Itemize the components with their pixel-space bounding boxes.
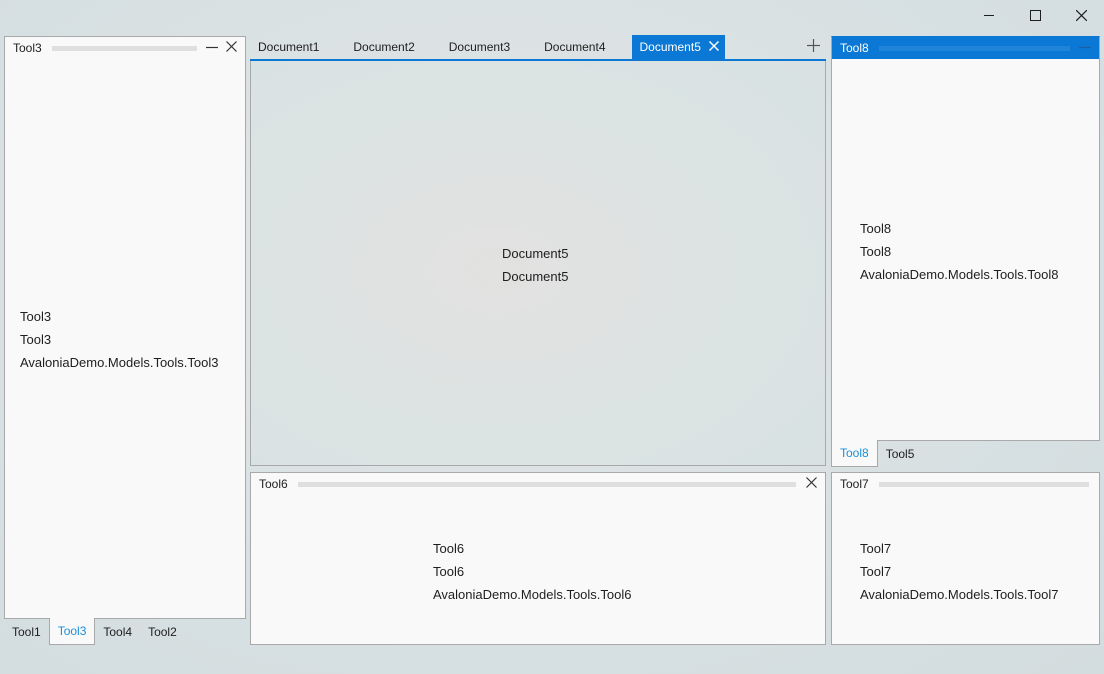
drag-grip[interactable]	[878, 481, 1089, 487]
tab-tool1[interactable]: Tool1	[4, 619, 49, 645]
close-icon	[225, 41, 237, 55]
bottom-tool-title: Tool6	[259, 477, 288, 491]
left-tool-title: Tool3	[13, 41, 42, 55]
content-line: AvaloniaDemo.Models.Tools.Tool6	[433, 587, 632, 602]
right-tool-tabstrip: Tool8 Tool5	[831, 440, 923, 467]
plus-icon	[806, 39, 820, 55]
content-line: AvaloniaDemo.Models.Tools.Tool3	[20, 355, 219, 370]
maximize-button[interactable]	[1012, 0, 1058, 30]
content-line: Document5	[502, 269, 569, 284]
minimize-icon	[984, 10, 994, 20]
content-line: Tool3	[20, 309, 52, 324]
left-tool-tabstrip: Tool1 Tool3 Tool4 Tool2	[4, 618, 185, 645]
tab-tool4[interactable]: Tool4	[95, 619, 140, 645]
bottom-tool-panel: Tool6 Tool6 Tool6 AvaloniaDemo.Models.To…	[250, 472, 826, 645]
minimize-icon	[1079, 41, 1091, 56]
left-tool-panel: Tool3 Tool3 Tool3 AvaloniaDemo.Models.To…	[4, 36, 246, 619]
content-line: Tool8	[860, 244, 892, 259]
tab-tool8[interactable]: Tool8	[831, 440, 878, 467]
maximize-icon	[1029, 9, 1041, 21]
content-line: Tool7	[860, 541, 892, 556]
bottom-tool-close-button[interactable]	[803, 476, 819, 492]
left-tool-content: Tool3 Tool3 AvaloniaDemo.Models.Tools.To…	[20, 305, 218, 374]
tab-document5[interactable]: Document5	[631, 35, 725, 59]
document-content: Document5 Document5	[250, 61, 826, 466]
content-line: AvaloniaDemo.Models.Tools.Tool7	[860, 587, 1059, 602]
bottom-tool-content: Tool6 Tool6 AvaloniaDemo.Models.Tools.To…	[433, 537, 631, 606]
right-tool-header[interactable]: Tool8	[832, 37, 1099, 59]
tab-document4[interactable]: Document4	[536, 35, 613, 59]
close-icon	[708, 40, 719, 54]
minimize-icon	[206, 41, 218, 56]
content-line: Tool7	[860, 564, 892, 579]
content-line: Tool8	[860, 221, 892, 236]
tab-label: Document5	[639, 40, 701, 54]
document-tabstrip: Document1 Document2 Document3 Document4 …	[250, 35, 826, 61]
close-icon	[1075, 9, 1087, 21]
right-bottom-tool-header[interactable]: Tool7	[832, 473, 1099, 495]
drag-grip[interactable]	[51, 45, 197, 51]
right-tool-panel: Tool8 Tool8 Tool8 AvaloniaDemo.Models.To…	[831, 36, 1100, 441]
content-line: AvaloniaDemo.Models.Tools.Tool8	[860, 267, 1059, 282]
close-tab-button[interactable]	[708, 40, 719, 54]
drag-grip[interactable]	[297, 481, 796, 487]
right-tool-minimize-button[interactable]	[1077, 40, 1093, 56]
close-icon	[805, 477, 817, 491]
content-line: Tool3	[20, 332, 52, 347]
tab-document2[interactable]: Document2	[345, 35, 422, 59]
tab-document1[interactable]: Document1	[250, 35, 327, 59]
content-line: Tool6	[433, 564, 465, 579]
close-window-button[interactable]	[1058, 0, 1104, 30]
left-tool-close-button[interactable]	[223, 40, 239, 56]
minimize-button[interactable]	[966, 0, 1012, 30]
drag-grip[interactable]	[878, 45, 1070, 51]
right-bottom-tool-panel: Tool7 Tool7 Tool7 AvaloniaDemo.Models.To…	[831, 472, 1100, 645]
right-bottom-tool-title: Tool7	[840, 477, 869, 491]
content-line: Document5	[502, 246, 569, 261]
add-document-button[interactable]	[804, 38, 822, 56]
right-tool-title: Tool8	[840, 41, 869, 55]
left-tool-header[interactable]: Tool3	[5, 37, 245, 59]
tab-document3[interactable]: Document3	[441, 35, 518, 59]
right-bottom-tool-content: Tool7 Tool7 AvaloniaDemo.Models.Tools.To…	[860, 537, 1058, 606]
content-line: Tool6	[433, 541, 465, 556]
left-tool-minimize-button[interactable]	[204, 40, 220, 56]
document-content-text: Document5 Document5	[502, 242, 568, 288]
tab-tool5[interactable]: Tool5	[878, 441, 923, 467]
bottom-tool-header[interactable]: Tool6	[251, 473, 825, 495]
right-tool-content: Tool8 Tool8 AvaloniaDemo.Models.Tools.To…	[860, 217, 1058, 286]
tab-tool3[interactable]: Tool3	[48, 618, 96, 645]
tab-tool2[interactable]: Tool2	[140, 619, 185, 645]
